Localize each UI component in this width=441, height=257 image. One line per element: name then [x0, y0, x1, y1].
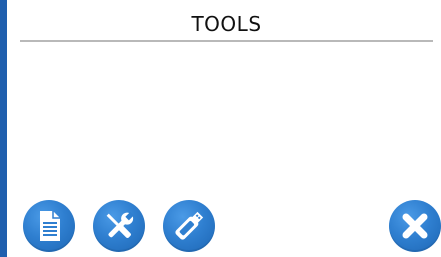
document-button[interactable] — [23, 200, 75, 252]
tools-icon — [106, 211, 134, 238]
close-icon — [402, 213, 428, 239]
title-divider — [20, 40, 433, 42]
close-button[interactable] — [389, 200, 441, 252]
tools-button[interactable] — [93, 200, 145, 252]
left-accent-bar — [0, 0, 7, 257]
tools-screen: TOOLS — [0, 0, 441, 257]
page-title: TOOLS — [191, 12, 262, 36]
document-icon — [40, 211, 60, 241]
usb-button[interactable] — [163, 200, 215, 252]
usb-drive-icon — [175, 211, 204, 240]
